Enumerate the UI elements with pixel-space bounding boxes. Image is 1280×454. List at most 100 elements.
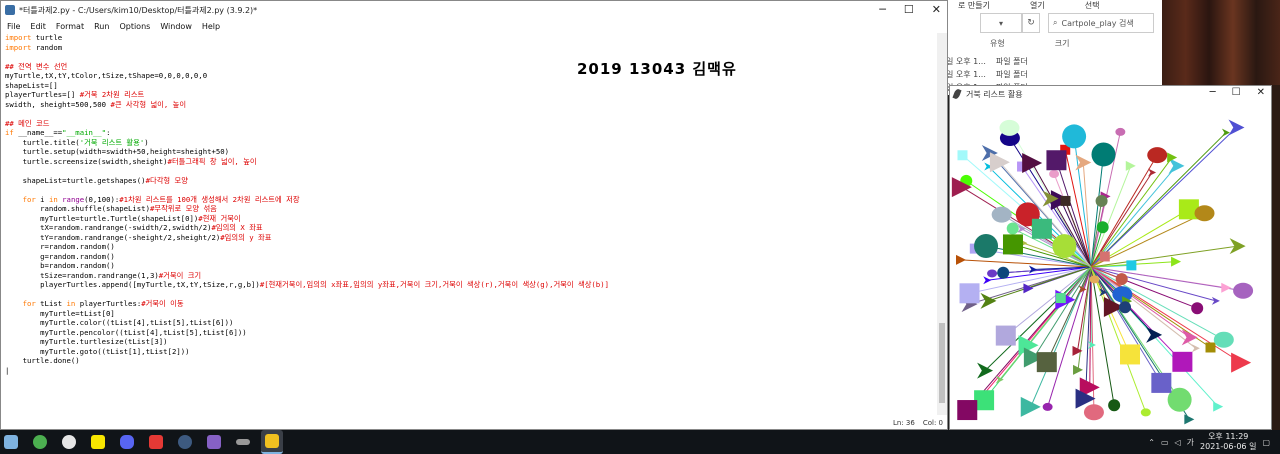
ime-indicator[interactable]: 가	[1187, 437, 1194, 448]
turtle-shape-turtle	[1089, 275, 1100, 284]
turtle-shape-arrow	[1211, 296, 1220, 305]
minimize-icon[interactable]: ─	[1210, 87, 1216, 98]
turtle-shape-classic	[1228, 119, 1245, 136]
feather-icon	[952, 88, 962, 100]
search-icon: ⌕	[1053, 18, 1058, 27]
taskbar-app[interactable]	[58, 431, 80, 453]
turtle-shape-square	[1172, 351, 1193, 372]
visual-studio-icon[interactable]	[203, 431, 225, 453]
menu-help[interactable]: Help	[202, 22, 220, 31]
ribbon-left[interactable]: 로 만들기	[958, 0, 990, 10]
turtle-shape-square	[1046, 150, 1067, 171]
column-type[interactable]: 유형	[990, 38, 1005, 49]
notification-icon[interactable]: ▢	[1262, 438, 1270, 447]
close-icon[interactable]: ✕	[932, 3, 941, 16]
turtle-shape-classic	[1229, 238, 1246, 255]
ribbon-select[interactable]: 선택	[1085, 0, 1100, 10]
turtle-shape-arrow	[983, 276, 992, 285]
list-item[interactable]: 일 오후 1...파일 폴더	[946, 69, 1028, 80]
clock[interactable]: 오후 11:29 2021-06-06 일	[1200, 432, 1256, 452]
path-dropdown[interactable]: ▾	[980, 13, 1022, 33]
turtle-shape-triangle	[1125, 160, 1136, 171]
system-tray: ⌃ ▭ ◁ 가 오후 11:29 2021-06-06 일 ▢	[1148, 430, 1270, 454]
turtle-canvas	[951, 119, 1254, 425]
search-input[interactable]: ⌕ Cartpole_play 검색	[1048, 13, 1154, 33]
turtle-shape-circle	[1096, 221, 1109, 234]
turtle-shape-circle	[1091, 142, 1116, 167]
turtle-shape-triangle	[989, 152, 1010, 173]
turtle-shape-circle	[1095, 194, 1108, 207]
turtle-shape-triangle	[956, 254, 967, 265]
code-editor[interactable]: import turtle import random ## 전역 변수 선언 …	[5, 33, 935, 415]
turtle-shape-square	[959, 283, 980, 304]
list-item[interactable]: 일 오후 1...파일 폴더	[946, 56, 1028, 67]
turtle-shape-circle	[1006, 222, 1019, 235]
turtle-shape-arrow	[1148, 168, 1157, 177]
turtle-shape-turtle	[987, 269, 998, 278]
turtle-graphics-window: 거북 리스트 활용 ─ ☐ ✕	[949, 85, 1272, 430]
turtle-path-line	[1090, 266, 1242, 364]
turtle-shape-turtle	[1049, 169, 1060, 178]
kakaotalk-icon[interactable]	[87, 431, 109, 453]
taskbar: ⌃ ▭ ◁ 가 오후 11:29 2021-06-06 일 ▢	[0, 430, 1280, 454]
menu-format[interactable]: Format	[56, 22, 84, 31]
taskbar-app[interactable]	[232, 431, 254, 453]
turtle-shape-square	[1151, 372, 1172, 393]
turtle-path-line	[1005, 266, 1092, 336]
vertical-scrollbar[interactable]	[937, 33, 947, 415]
turtle-shape-arrow	[980, 292, 997, 309]
turtle-shape-turtle	[1115, 127, 1126, 136]
turtle-shape-triangle	[1231, 352, 1252, 373]
python-file-icon	[5, 5, 15, 15]
python-idle-icon[interactable]	[261, 430, 283, 454]
turtle-shape-triangle	[1022, 153, 1043, 174]
ribbon-open[interactable]: 열기	[1030, 0, 1045, 10]
turtle-shape-circle	[1062, 124, 1087, 149]
menu-options[interactable]: Options	[119, 22, 150, 31]
maximize-icon[interactable]: ☐	[1232, 87, 1241, 98]
turtle-window-title: 거북 리스트 활용	[966, 89, 1023, 99]
turtle-path-line	[1090, 266, 1162, 384]
menu-run[interactable]: Run	[94, 22, 109, 31]
minimize-icon[interactable]: ─	[879, 3, 886, 16]
turtle-shape-turtle	[1140, 408, 1151, 417]
desktop-background-edge	[1272, 85, 1280, 430]
turtle-shape-square	[995, 325, 1016, 346]
turtle-shape-triangle	[1184, 414, 1195, 425]
turtle-shape-turtle	[1233, 282, 1254, 299]
turtle-shape-square	[1036, 352, 1057, 373]
turtle-shape-triangle	[1213, 401, 1224, 412]
turtle-shape-square	[1060, 195, 1071, 206]
menu-bar: File Edit Format Run Options Window Help	[1, 19, 947, 33]
turtle-shape-triangle	[1020, 396, 1041, 417]
chevron-up-icon[interactable]: ⌃	[1148, 438, 1155, 447]
menu-window[interactable]: Window	[160, 22, 192, 31]
turtle-shape-square	[1126, 260, 1137, 271]
refresh-icon[interactable]: ↻	[1022, 13, 1040, 33]
turtle-shape-triangle	[1221, 282, 1232, 293]
taskbar-app[interactable]	[29, 431, 51, 453]
editor-titlebar[interactable]: *터틀과제2.py - C:/Users/kim10/Desktop/터틀과제2…	[1, 1, 947, 19]
network-icon[interactable]: ▭	[1161, 438, 1169, 447]
maximize-icon[interactable]: ☐	[904, 3, 914, 16]
turtle-shape-square	[1002, 234, 1023, 255]
turtle-shape-circle	[1115, 273, 1128, 286]
taskbar-app[interactable]	[145, 431, 167, 453]
turtle-shape-arrow	[1191, 344, 1200, 353]
turtle-shape-turtle	[1083, 404, 1104, 421]
volume-icon[interactable]: ◁	[1175, 438, 1181, 447]
discord-icon[interactable]	[116, 431, 138, 453]
handwritten-note: 2019 13043 김맥유	[577, 60, 737, 78]
editor-title: *터틀과제2.py - C:/Users/kim10/Desktop/터틀과제2…	[19, 5, 258, 15]
file-explorer-window: 로 만들기 열기 선택 ▾ ↻ ⌕ Cartpole_play 검색 유형 크기 …	[940, 0, 1162, 95]
taskbar-app[interactable]	[0, 431, 22, 453]
column-size[interactable]: 크기	[1055, 38, 1070, 49]
close-icon[interactable]: ✕	[1257, 87, 1265, 98]
steam-icon[interactable]	[174, 431, 196, 453]
turtle-shape-square	[1099, 251, 1110, 262]
turtle-shape-triangle	[1171, 256, 1182, 267]
menu-file[interactable]: File	[7, 22, 20, 31]
menu-edit[interactable]: Edit	[30, 22, 46, 31]
status-col: Col: 0	[922, 419, 943, 427]
turtle-shape-turtle	[1213, 331, 1234, 348]
